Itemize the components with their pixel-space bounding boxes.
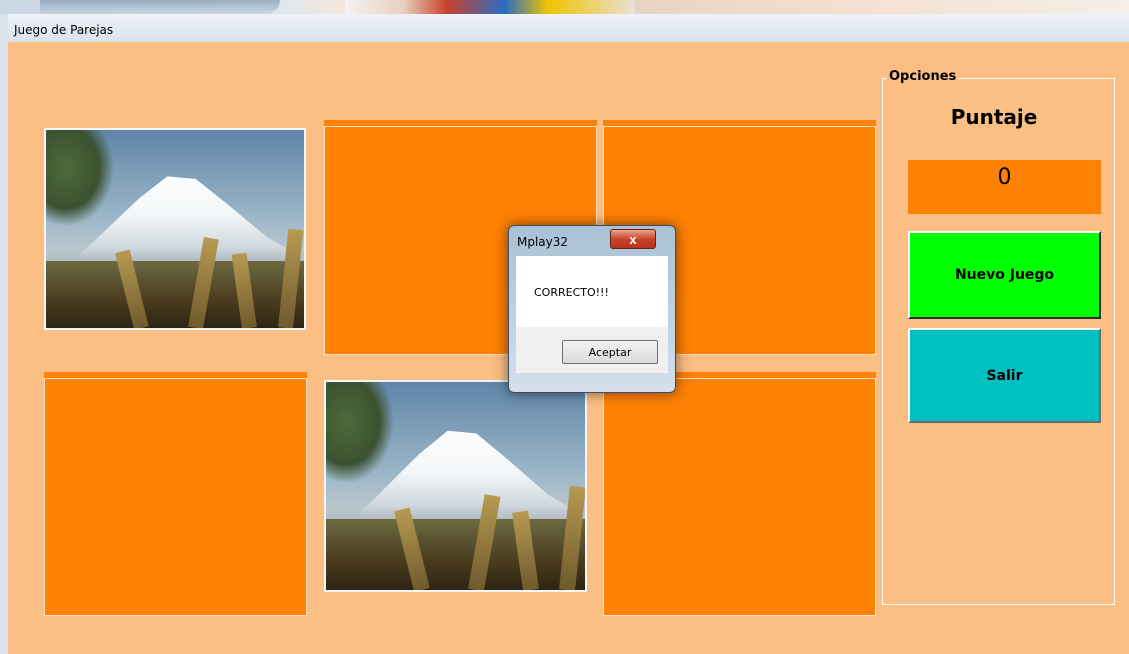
options-legend: Opciones: [887, 69, 959, 84]
memory-card-1[interactable]: [44, 128, 306, 330]
memory-card-5[interactable]: [324, 380, 587, 592]
score-value: 0: [908, 160, 1101, 214]
exit-button[interactable]: Salir: [908, 328, 1101, 423]
dialog-message: CORRECTO!!!: [534, 286, 609, 299]
score-label: Puntaje: [950, 105, 1038, 129]
message-dialog: Mplay32 x CORRECTO!!! Aceptar: [508, 225, 676, 393]
memory-card-4[interactable]: [44, 378, 307, 616]
window-title: Juego de Parejas: [14, 23, 114, 37]
dialog-body: CORRECTO!!!: [516, 256, 668, 327]
new-game-button[interactable]: Nuevo Juego: [908, 231, 1101, 319]
volcano-picture: [46, 130, 304, 328]
dialog-footer: Aceptar: [516, 327, 668, 373]
ok-button[interactable]: Aceptar: [562, 340, 658, 364]
volcano-picture: [326, 382, 585, 590]
memory-card-6[interactable]: [603, 378, 876, 616]
desktop-background: [0, 0, 1129, 14]
desktop-image: [345, 0, 635, 14]
desktop-image: [40, 0, 280, 14]
close-icon[interactable]: x: [610, 229, 656, 249]
window-titlebar[interactable]: Juego de Parejas: [8, 14, 1129, 42]
dialog-title: Mplay32: [517, 235, 569, 249]
